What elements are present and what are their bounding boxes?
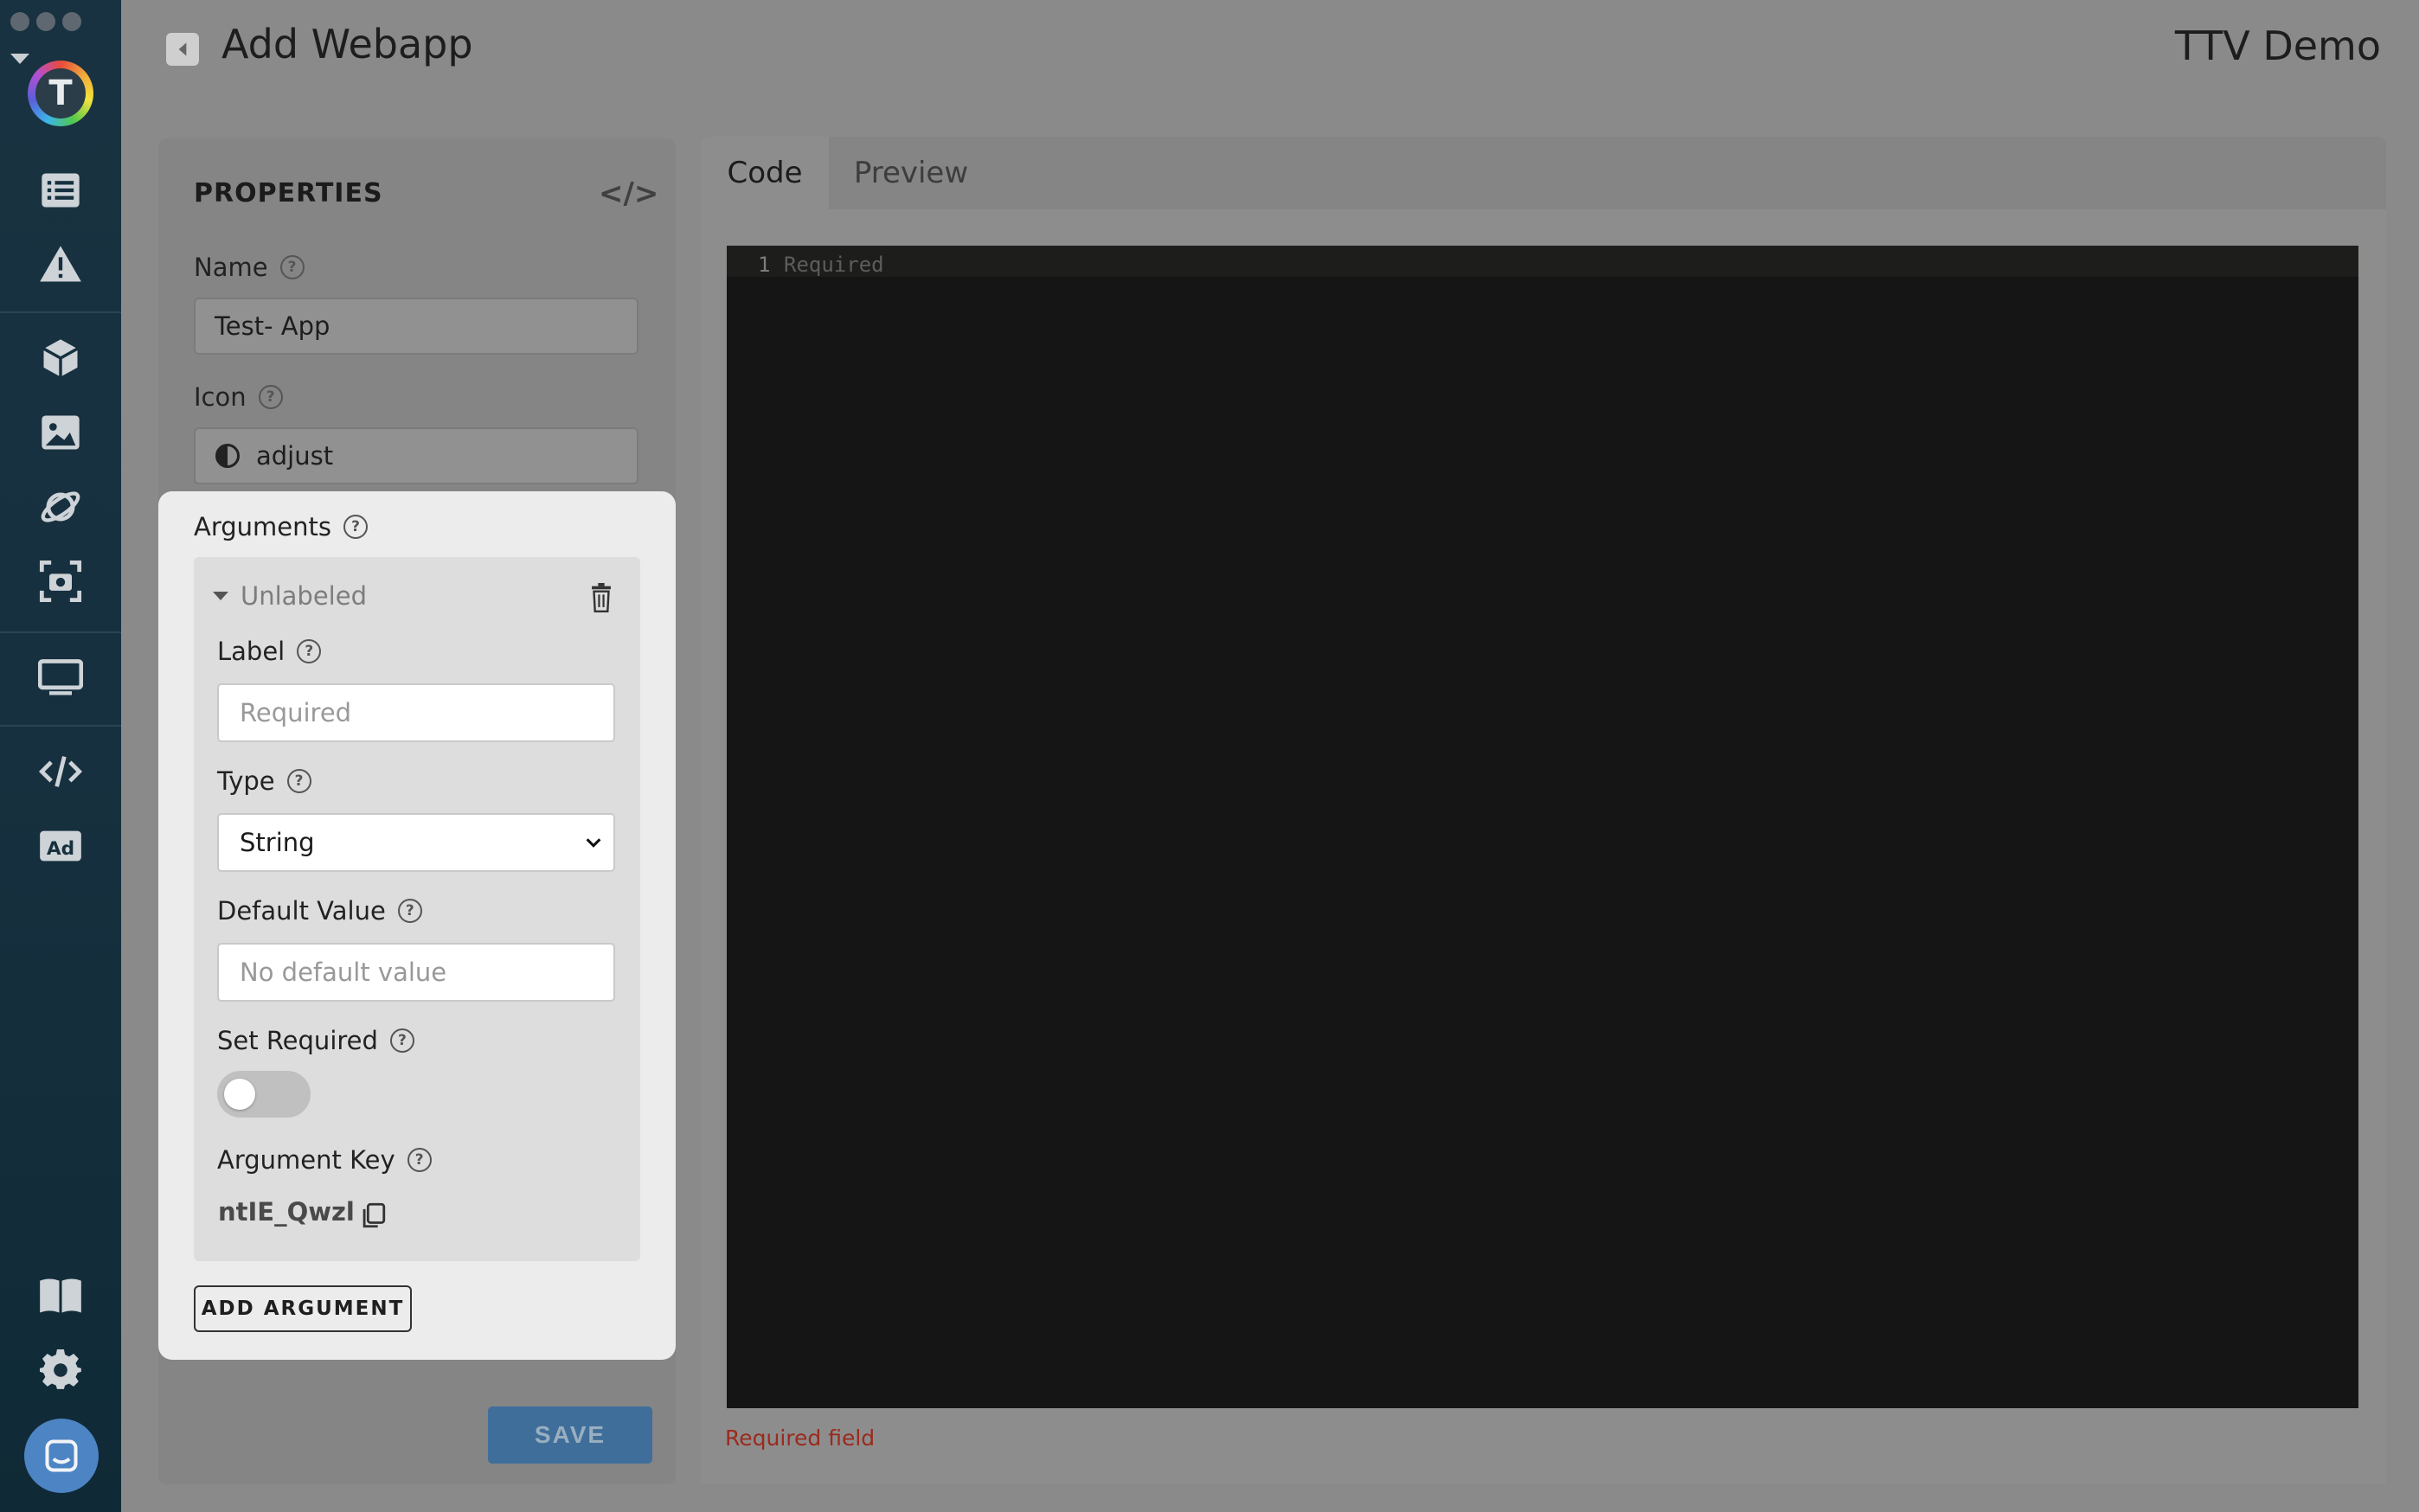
- window-maximize-icon[interactable]: [62, 12, 81, 31]
- editor-placeholder: Required: [784, 253, 884, 277]
- adjust-icon: [215, 444, 240, 468]
- tab-preview[interactable]: Preview: [829, 137, 993, 209]
- add-argument-button[interactable]: ADD ARGUMENT: [194, 1285, 412, 1332]
- required-field-error: Required field: [725, 1426, 876, 1451]
- toggle-knob: [224, 1079, 255, 1110]
- save-button[interactable]: SAVE: [488, 1406, 652, 1464]
- caret-down-icon: [213, 592, 228, 600]
- svg-text:Ad: Ad: [47, 838, 74, 860]
- type-select[interactable]: String: [217, 813, 615, 872]
- arguments-label: Arguments ?: [194, 512, 368, 541]
- set-required-label: Set Required ?: [217, 1026, 414, 1055]
- argument-key-label: Argument Key ?: [217, 1145, 432, 1175]
- help-icon[interactable]: ?: [279, 255, 305, 279]
- page-title: Add Webapp: [221, 21, 473, 67]
- workspace-caret-icon[interactable]: [10, 54, 29, 64]
- list-icon[interactable]: [35, 164, 87, 216]
- back-button[interactable]: [166, 33, 199, 66]
- help-icon[interactable]: ?: [297, 639, 322, 663]
- help-icon[interactable]: ?: [286, 769, 311, 793]
- properties-title: PROPERTIES: [194, 178, 383, 208]
- name-field[interactable]: Test- App: [194, 298, 638, 355]
- app-logo[interactable]: T: [28, 61, 93, 126]
- label-input[interactable]: Required: [217, 683, 615, 742]
- cube-icon[interactable]: [35, 332, 87, 384]
- chat-icon: [45, 1439, 78, 1472]
- code-view-toggle-icon[interactable]: </>: [599, 176, 658, 211]
- window-close-icon[interactable]: [10, 12, 29, 31]
- ad-icon[interactable]: Ad: [35, 820, 87, 872]
- default-value-input[interactable]: No default value: [217, 943, 615, 1002]
- tab-code[interactable]: Code: [701, 137, 829, 209]
- icon-field[interactable]: adjust: [194, 427, 638, 484]
- line-number: 1: [758, 253, 771, 277]
- camera-scan-icon[interactable]: [35, 555, 87, 607]
- help-icon[interactable]: ?: [258, 385, 283, 409]
- sidebar: T Ad: [0, 0, 121, 1512]
- back-arrow-icon: [178, 42, 187, 56]
- image-icon[interactable]: [35, 407, 87, 458]
- gear-icon[interactable]: [35, 1344, 87, 1396]
- code-icon[interactable]: [35, 746, 87, 798]
- type-label: Type ?: [217, 766, 311, 796]
- copy-icon[interactable]: [358, 1201, 388, 1230]
- name-label: Name ?: [194, 253, 305, 282]
- active-line: [727, 246, 2358, 277]
- chat-button[interactable]: [24, 1419, 99, 1493]
- trash-icon[interactable]: [588, 583, 614, 612]
- help-icon[interactable]: ?: [343, 515, 368, 539]
- chevron-down-icon: [586, 838, 601, 848]
- set-required-toggle[interactable]: [217, 1071, 311, 1118]
- help-icon[interactable]: ?: [389, 1028, 414, 1053]
- argument-collapse-toggle[interactable]: Unlabeled: [213, 581, 367, 611]
- book-icon[interactable]: [35, 1270, 87, 1322]
- argument-key-value: ntIE_Qwzl: [218, 1197, 355, 1227]
- workspace-name: TTV Demo: [2174, 22, 2381, 69]
- icon-label: Icon ?: [194, 382, 283, 412]
- help-icon[interactable]: ?: [407, 1148, 432, 1172]
- code-editor[interactable]: 1 Required: [727, 246, 2358, 1408]
- monitor-icon[interactable]: [35, 652, 87, 704]
- logo-letter: T: [35, 68, 86, 119]
- window-minimize-icon[interactable]: [36, 12, 55, 31]
- planet-icon[interactable]: [35, 481, 87, 533]
- warning-icon[interactable]: [35, 239, 87, 291]
- help-icon[interactable]: ?: [397, 899, 422, 923]
- label-field-label: Label ?: [217, 637, 322, 666]
- default-value-label: Default Value ?: [217, 896, 422, 926]
